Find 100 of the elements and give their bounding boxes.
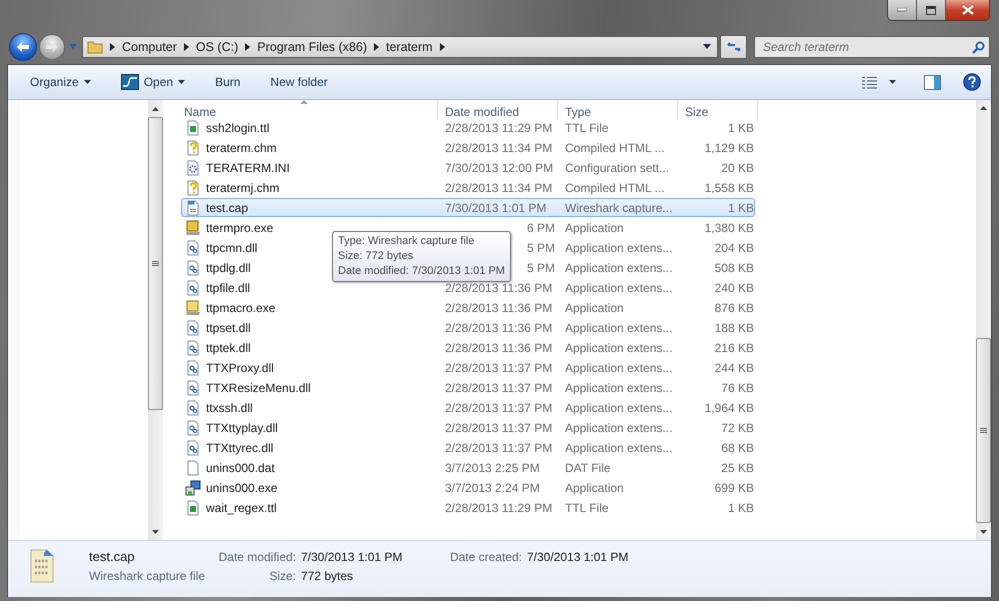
file-name[interactable]: TERATERM.INI xyxy=(206,160,290,174)
terminal-app-icon xyxy=(185,220,201,236)
address-bar[interactable]: Computer OS (C:) Program Files (x86) teraterm xyxy=(82,36,718,58)
column-header[interactable]: Type xyxy=(558,100,678,120)
file-name[interactable]: ssh2login.ttl xyxy=(206,120,270,134)
file-name[interactable]: ttpset.dll xyxy=(206,320,251,334)
organize-button[interactable]: Organize xyxy=(24,72,97,92)
type-cell-text: Application extens... xyxy=(564,260,674,274)
minimize-button[interactable] xyxy=(888,0,917,20)
open-button[interactable]: Open xyxy=(114,71,192,93)
date-cell: 3/7/2013 2:25 PM xyxy=(445,460,540,474)
close-button[interactable] xyxy=(946,0,989,20)
size-cell-text: 1,964 KB xyxy=(704,400,754,414)
size-cell-text: 508 KB xyxy=(714,260,754,274)
file-name[interactable]: ttpfile.dll xyxy=(206,280,250,294)
file-type: Wireshark capture file xyxy=(89,568,206,582)
chevron-icon[interactable] xyxy=(374,42,379,50)
date-cell: 2/28/2013 11:37 PM xyxy=(445,360,552,374)
chevron-icon[interactable] xyxy=(110,42,115,50)
dropdown-caret-icon[interactable] xyxy=(703,44,711,49)
tooltip-line: Type: Wireshark capture file xyxy=(338,234,476,249)
search-field[interactable]: Search teraterm xyxy=(754,36,990,58)
up-arrow-icon xyxy=(152,106,159,110)
file-name[interactable]: teraterm.chm xyxy=(206,140,277,154)
breadcrumb[interactable]: Computer xyxy=(122,40,177,54)
back-button[interactable] xyxy=(9,32,37,60)
file-name[interactable]: wait_regex.ttl xyxy=(206,500,277,514)
field-label: Size: xyxy=(268,568,296,582)
file-name[interactable]: test.cap xyxy=(206,200,248,214)
up-arrow-icon xyxy=(980,106,987,110)
forward-arrow-icon xyxy=(45,40,59,52)
chevron-icon[interactable] xyxy=(184,42,189,50)
file-name[interactable]: ttptek.dll xyxy=(206,340,251,354)
script-file-icon xyxy=(185,500,201,516)
scrollbar-thumb[interactable] xyxy=(976,338,991,524)
file-name[interactable]: ttpmacro.exe xyxy=(206,300,276,314)
type-cell-text: TTL File xyxy=(564,500,610,514)
forward-button[interactable] xyxy=(39,34,65,60)
back-arrow-icon xyxy=(16,40,30,52)
date-cell: 5 PM xyxy=(527,260,556,274)
chevron-icon[interactable] xyxy=(245,42,250,50)
file-name[interactable]: ttxssh.dll xyxy=(206,400,253,414)
field-label: Date modified: xyxy=(218,550,296,564)
type-cell-text: Application xyxy=(564,300,625,314)
file-name[interactable]: TTXttyrec.dll xyxy=(206,440,274,454)
folder-icon xyxy=(87,38,103,54)
sort-arrow-icon xyxy=(300,100,308,104)
column-header[interactable]: Date modified xyxy=(438,100,558,120)
file-name[interactable]: unins000.dat xyxy=(206,460,275,474)
type-cell-text: Wireshark capture... xyxy=(564,200,674,214)
size-cell-text: 1,129 KB xyxy=(704,140,754,154)
refresh-button[interactable] xyxy=(720,34,747,58)
scrollbar-thumb[interactable] xyxy=(148,117,163,410)
type-cell-text: TTL File xyxy=(564,120,610,134)
breadcrumb[interactable]: Program Files (x86) xyxy=(257,40,367,54)
file-name[interactable]: ttpdlg.dll xyxy=(206,260,251,274)
column-header[interactable]: Size xyxy=(678,100,758,120)
type-cell-text: Application extens... xyxy=(564,340,674,354)
file-name[interactable]: ttermpro.exe xyxy=(206,220,274,234)
size-cell-text: 216 KB xyxy=(714,340,754,354)
type-cell-text: Application extens... xyxy=(564,420,674,434)
type-cell-text: Application extens... xyxy=(564,320,674,334)
help-icon[interactable] xyxy=(963,73,981,91)
chevron-icon[interactable] xyxy=(440,42,445,50)
breadcrumb[interactable]: OS (C:) xyxy=(196,40,238,54)
library-file-icon xyxy=(185,260,201,276)
file-name[interactable]: TTXResizeMenu.dll xyxy=(206,380,311,394)
type-cell-text: Application extens... xyxy=(564,280,674,294)
size-cell-text: 1,558 KB xyxy=(704,180,754,194)
settings-file-icon xyxy=(185,160,201,176)
toolbar-button[interactable]: New folder xyxy=(264,72,334,92)
type-cell-text: Application extens... xyxy=(564,380,674,394)
blank-file-icon xyxy=(185,460,201,476)
date-cell: 2/28/2013 11:37 PM xyxy=(445,380,552,394)
search-icon[interactable] xyxy=(972,40,985,54)
maximize-button[interactable] xyxy=(917,0,946,20)
size-cell-text: 244 KB xyxy=(714,360,754,374)
column-header[interactable]: Name xyxy=(163,100,438,120)
date-cell: 6 PM xyxy=(527,220,556,234)
preview-pane-icon[interactable] xyxy=(924,74,941,90)
library-file-icon xyxy=(185,340,201,356)
type-cell-text: Application xyxy=(564,220,625,234)
breadcrumb[interactable]: teraterm xyxy=(386,40,433,54)
file-name[interactable]: teratermj.chm xyxy=(206,180,280,194)
file-name[interactable]: ttpcmn.dll xyxy=(206,240,258,254)
maximize-icon xyxy=(926,6,936,14)
size-cell-text: 20 KB xyxy=(720,160,754,174)
library-file-icon xyxy=(185,380,201,396)
tooltip-line: Size: 772 bytes xyxy=(338,249,414,264)
waveform-icon xyxy=(120,74,139,90)
toolbar-button[interactable]: Burn xyxy=(209,72,246,92)
help-file-icon xyxy=(185,140,201,156)
type-cell-text: Compiled HTML ... xyxy=(564,180,666,194)
file-name[interactable]: unins000.exe xyxy=(206,480,278,494)
file-name[interactable]: TTXttyplay.dll xyxy=(206,420,278,434)
size-cell-text: 76 KB xyxy=(720,380,754,394)
file-name[interactable]: TTXProxy.dll xyxy=(206,360,274,374)
field-value: 7/30/2013 1:01 PM xyxy=(527,550,630,564)
selected-row[interactable]: test.cap 7/30/2013 1:01 PM Wireshark capture... 1 KB xyxy=(181,198,755,217)
type-cell-text: Application xyxy=(564,480,625,494)
